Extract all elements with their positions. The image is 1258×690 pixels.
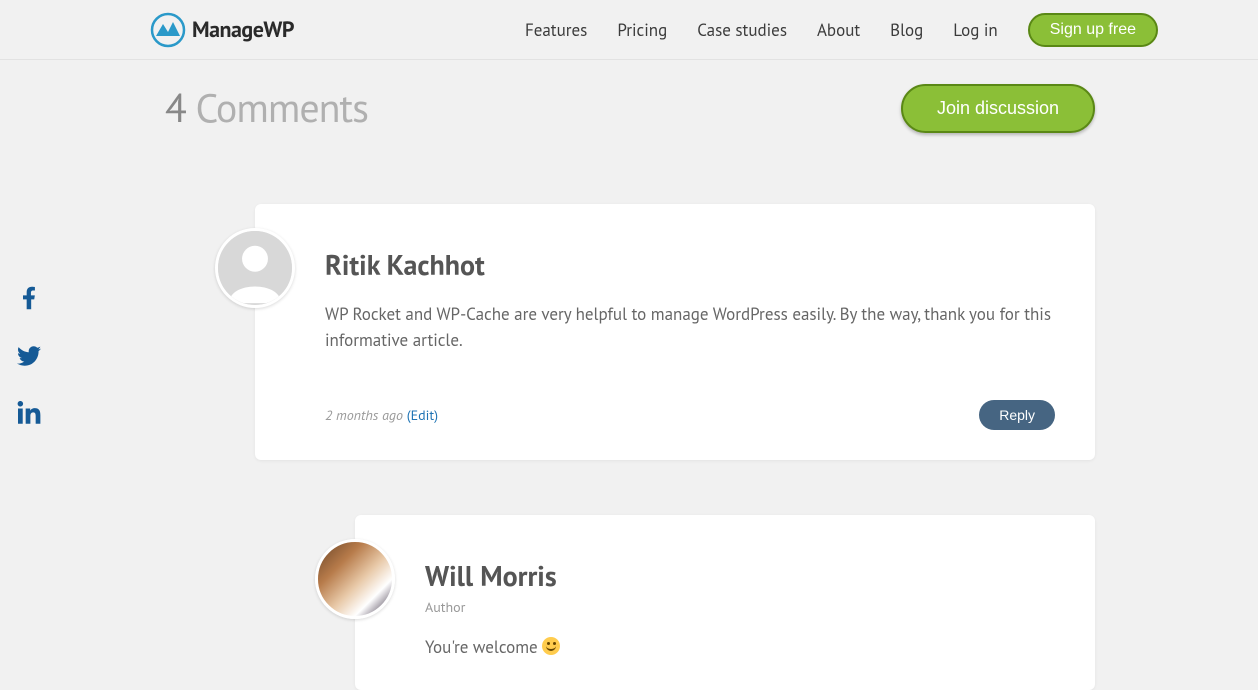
site-header: ManageWP Features Pricing Case studies A… xyxy=(0,0,1258,60)
comment-author: Will Morris xyxy=(425,557,1055,594)
default-avatar-icon xyxy=(218,228,292,308)
page-content: 4 Comments Join discussion Ritik Kachhot… xyxy=(0,60,1258,690)
comment-body: You're welcome xyxy=(425,634,1055,660)
avatar xyxy=(215,228,295,308)
reply-button[interactable]: Reply xyxy=(979,400,1055,430)
edit-link[interactable]: (Edit) xyxy=(407,406,438,424)
twitter-icon[interactable] xyxy=(14,344,44,373)
comment-card: Ritik Kachhot WP Rocket and WP-Cache are… xyxy=(255,204,1095,460)
nav-case-studies[interactable]: Case studies xyxy=(697,19,787,41)
nav-login[interactable]: Log in xyxy=(953,19,997,41)
avatar xyxy=(315,539,395,619)
comments-title: 4 Comments xyxy=(165,82,368,134)
linkedin-icon[interactable] xyxy=(16,401,42,432)
nav-blog[interactable]: Blog xyxy=(890,19,923,41)
comment-card: Will Morris Author You're welcome xyxy=(355,515,1095,690)
managewp-logo-icon xyxy=(150,12,186,48)
comment-time: 2 months ago xyxy=(325,406,403,424)
facebook-icon[interactable] xyxy=(22,285,36,316)
comments-count: 4 xyxy=(165,82,186,134)
comment-meta: 2 months ago (Edit) xyxy=(325,406,438,424)
comments-header: 4 Comments Join discussion xyxy=(165,82,1095,134)
comments-label: Comments xyxy=(186,82,368,134)
comment-body-text: You're welcome xyxy=(425,636,542,658)
nav-features[interactable]: Features xyxy=(525,19,587,41)
nav-about[interactable]: About xyxy=(817,19,860,41)
comment-body: WP Rocket and WP-Cache are very helpful … xyxy=(325,301,1055,354)
comment-author: Ritik Kachhot xyxy=(325,246,1055,283)
social-share-sidebar xyxy=(14,285,44,432)
smile-emoji-icon xyxy=(542,637,560,655)
brand-name: ManageWP xyxy=(192,16,294,44)
comment-footer: 2 months ago (Edit) Reply xyxy=(325,400,1055,430)
nav-pricing[interactable]: Pricing xyxy=(617,19,667,41)
signup-button[interactable]: Sign up free xyxy=(1028,13,1158,47)
main-nav: Features Pricing Case studies About Blog… xyxy=(525,13,1158,47)
comments-section: 4 Comments Join discussion Ritik Kachhot… xyxy=(165,82,1095,690)
join-discussion-button[interactable]: Join discussion xyxy=(901,84,1095,133)
author-role: Author xyxy=(425,598,1055,616)
brand-logo[interactable]: ManageWP xyxy=(150,12,294,48)
